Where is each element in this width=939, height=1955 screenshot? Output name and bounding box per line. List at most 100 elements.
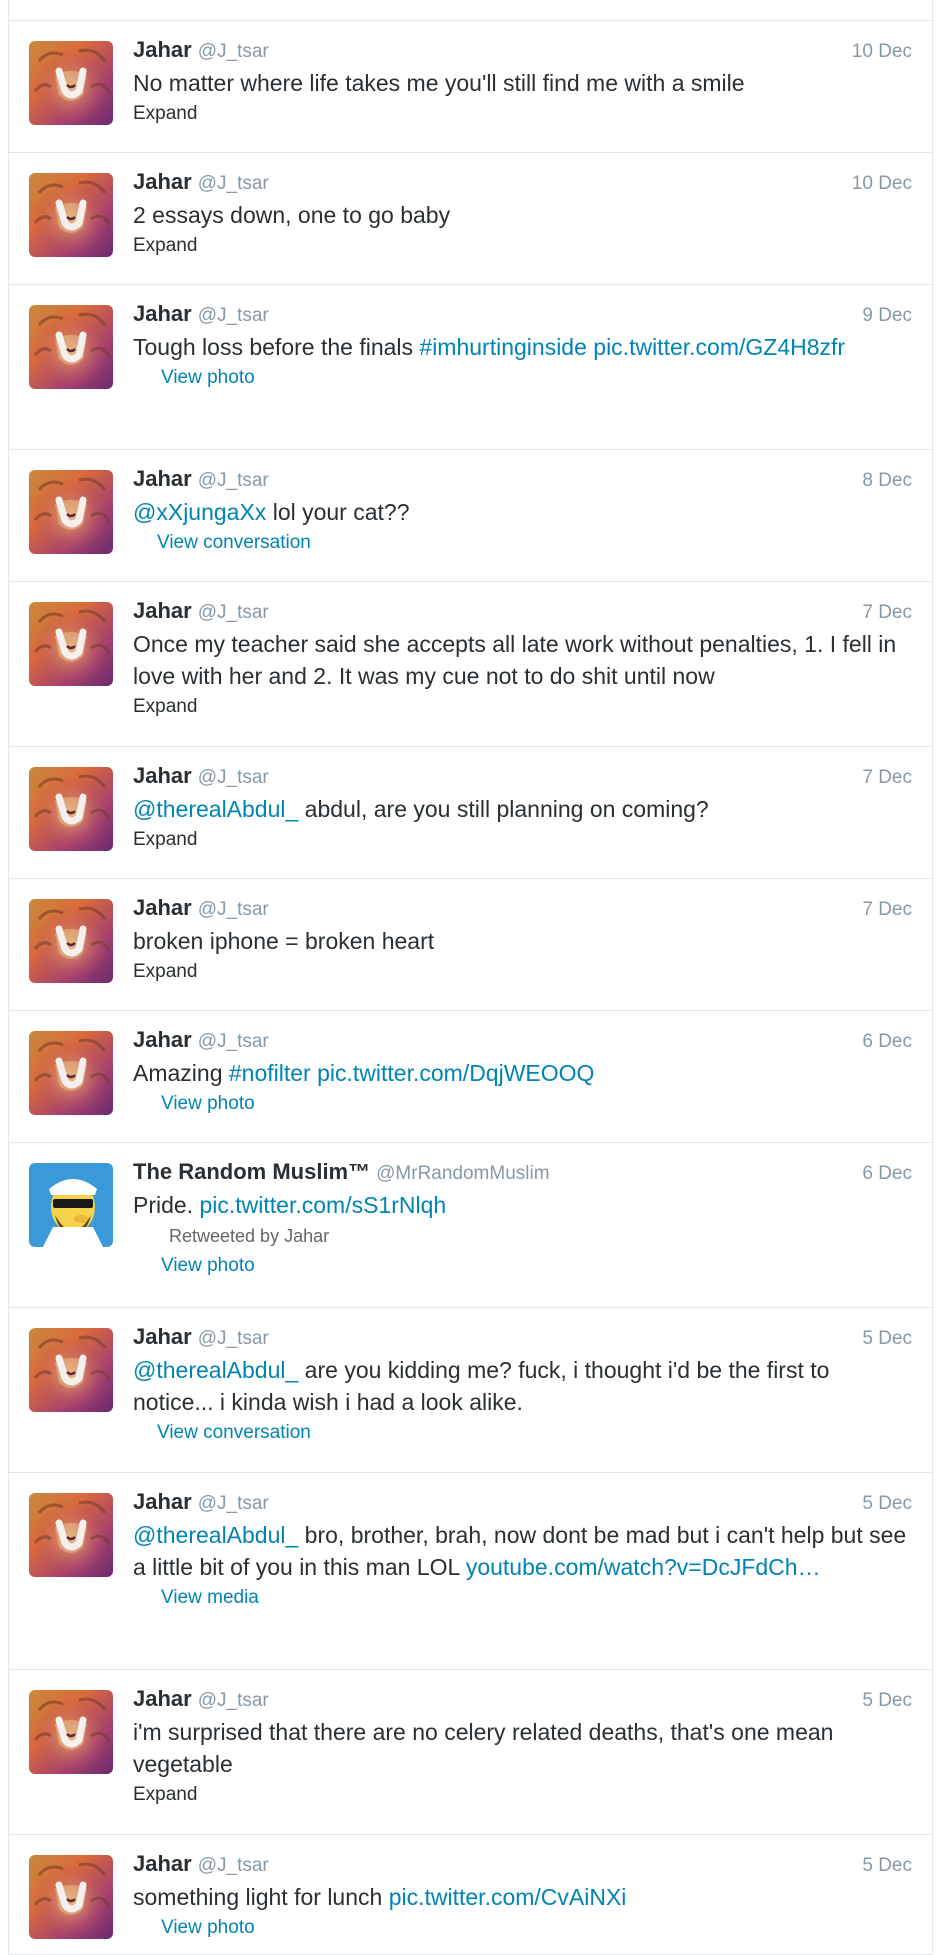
tweet-timestamp[interactable]: 8 Dec [862, 470, 912, 492]
author-name[interactable]: Jahar [133, 763, 192, 789]
tweet-text: No matter where life takes me you'll sti… [133, 67, 912, 99]
author-handle[interactable]: @J_tsar [198, 41, 269, 63]
author-name[interactable]: Jahar [133, 1851, 192, 1877]
tweet-timestamp[interactable]: 9 Dec [862, 305, 912, 327]
author-name[interactable]: Jahar [133, 1686, 192, 1712]
tweet-content: Jahar @J_tsar 5 Dec @therealAbdul_ bro, bro… [133, 1489, 912, 1611]
tweet-text-segment: Amazing [133, 1060, 229, 1086]
author-handle[interactable]: @J_tsar [198, 602, 269, 624]
tweet-timestamp[interactable]: 6 Dec [862, 1163, 912, 1185]
avatar[interactable] [29, 1031, 113, 1115]
tweet-item[interactable]: Jahar @J_tsar 7 Dec broken iphone = broken … [9, 879, 932, 1011]
author-name[interactable]: The Random Muslim™ [133, 1159, 370, 1185]
author-handle[interactable]: @J_tsar [198, 305, 269, 327]
url-link[interactable]: pic.twitter.com/sS1rNlqh [199, 1192, 446, 1218]
avatar[interactable] [29, 1493, 113, 1577]
tweet-item[interactable]: Jahar @J_tsar 6 Dec Amazing #nofilter pic.t… [9, 1011, 932, 1143]
tweet-timestamp[interactable]: 5 Dec [862, 1855, 912, 1877]
tweet-item[interactable]: Jahar @J_tsar 5 Dec @therealAbdul_ are you … [9, 1308, 932, 1473]
tweet-item[interactable]: Jahar @J_tsar 5 Dec @therealAbdul_ bro, bro… [9, 1473, 932, 1670]
tweet-text-segment: No matter where life takes me you'll sti… [133, 70, 745, 96]
url-link[interactable]: pic.twitter.com/GZ4H8zfr [593, 334, 845, 360]
tweet-header: Jahar @J_tsar 8 Dec [133, 466, 912, 494]
view-conversation-link[interactable]: View conversation [133, 530, 912, 556]
view-photo-link[interactable]: View photo [133, 1915, 912, 1941]
expand-link[interactable]: Expand [133, 959, 912, 985]
tweet-item[interactable]: Jahar @J_tsar 8 Dec @xXjungaXx lol your cat… [9, 450, 932, 582]
tweet-item[interactable]: Jahar @J_tsar 7 Dec @therealAbdul_ abdul, a… [9, 747, 932, 879]
stream-top-divider [9, 0, 932, 21]
author-handle[interactable]: @J_tsar [198, 899, 269, 921]
author-name[interactable]: Jahar [133, 1027, 192, 1053]
avatar[interactable] [29, 1855, 113, 1939]
author-handle[interactable]: @MrRandomMuslim [376, 1163, 549, 1185]
author-handle[interactable]: @J_tsar [198, 1855, 269, 1877]
hashtag-link[interactable]: #imhurtinginside [419, 334, 586, 360]
author-name[interactable]: Jahar [133, 1489, 192, 1515]
mention-link[interactable]: @therealAbdul_ [133, 1522, 298, 1548]
avatar[interactable] [29, 1163, 113, 1247]
mention-link[interactable]: @therealAbdul_ [133, 796, 298, 822]
author-name[interactable]: Jahar [133, 895, 192, 921]
avatar[interactable] [29, 1328, 113, 1412]
tweet-text: Once my teacher said she accepts all lat… [133, 628, 912, 692]
view-photo-link[interactable]: View photo [133, 365, 912, 391]
author-handle[interactable]: @J_tsar [198, 470, 269, 492]
author-name[interactable]: Jahar [133, 1324, 192, 1350]
avatar[interactable] [29, 305, 113, 389]
tweet-timestamp[interactable]: 5 Dec [862, 1328, 912, 1350]
tweet-text: Pride. pic.twitter.com/sS1rNlqh [133, 1189, 912, 1221]
author-name[interactable]: Jahar [133, 598, 192, 624]
url-link[interactable]: youtube.com/watch?v=DcJFdCh… [466, 1554, 821, 1580]
tweet-item[interactable]: Jahar @J_tsar 10 Dec No matter where life t… [9, 21, 932, 153]
tweet-timestamp[interactable]: 7 Dec [862, 767, 912, 789]
tweet-timestamp[interactable]: 5 Dec [862, 1690, 912, 1712]
author-name[interactable]: Jahar [133, 466, 192, 492]
avatar[interactable] [29, 173, 113, 257]
expand-link[interactable]: Expand [133, 233, 912, 259]
avatar[interactable] [29, 41, 113, 125]
expand-link[interactable]: Expand [133, 827, 912, 853]
hashtag-link[interactable]: #nofilter [229, 1060, 311, 1086]
author-handle[interactable]: @J_tsar [198, 767, 269, 789]
tweet-item[interactable]: Jahar @J_tsar 7 Dec Once my teacher said sh… [9, 582, 932, 747]
author-handle[interactable]: @J_tsar [198, 1328, 269, 1350]
view-photo-link[interactable]: View photo [133, 1091, 912, 1117]
tweet-item[interactable]: The Random Muslim™ @MrRandomMuslim 6 Dec Pr… [9, 1143, 932, 1308]
author-name[interactable]: Jahar [133, 169, 192, 195]
author-handle[interactable]: @J_tsar [198, 173, 269, 195]
tweet-text-segment: Pride. [133, 1192, 200, 1218]
mention-link[interactable]: @therealAbdul_ [133, 1357, 298, 1383]
tweet-timestamp[interactable]: 7 Dec [862, 899, 912, 921]
avatar[interactable] [29, 470, 113, 554]
avatar[interactable] [29, 602, 113, 686]
mention-link[interactable]: @xXjungaXx [133, 499, 266, 525]
view-conversation-link[interactable]: View conversation [133, 1420, 912, 1446]
avatar[interactable] [29, 899, 113, 983]
author-handle[interactable]: @J_tsar [198, 1031, 269, 1053]
view-photo-link[interactable]: View photo [133, 1253, 912, 1279]
tweet-timestamp[interactable]: 7 Dec [862, 602, 912, 624]
tweet-timestamp[interactable]: 5 Dec [862, 1493, 912, 1515]
tweet-timestamp[interactable]: 10 Dec [852, 173, 912, 195]
avatar[interactable] [29, 1690, 113, 1774]
expand-link[interactable]: Expand [133, 694, 912, 720]
url-link[interactable]: pic.twitter.com/DqjWEOOQ [317, 1060, 594, 1086]
tweet-item[interactable]: Jahar @J_tsar 10 Dec 2 essays down, one to … [9, 153, 932, 285]
tweet-item[interactable]: Jahar @J_tsar 9 Dec Tough loss before the f… [9, 285, 932, 450]
author-name[interactable]: Jahar [133, 301, 192, 327]
url-link[interactable]: pic.twitter.com/CvAiNXi [389, 1884, 627, 1910]
view-media-link[interactable]: View media [133, 1585, 912, 1611]
avatar[interactable] [29, 767, 113, 851]
tweet-text: Amazing #nofilter pic.twitter.com/DqjWEO… [133, 1057, 912, 1089]
author-name[interactable]: Jahar [133, 37, 192, 63]
author-handle[interactable]: @J_tsar [198, 1690, 269, 1712]
tweet-text-segment: 2 essays down, one to go baby [133, 202, 451, 228]
tweet-item[interactable]: Jahar @J_tsar 5 Dec i'm surprised that ther… [9, 1670, 932, 1835]
expand-link[interactable]: Expand [133, 1782, 912, 1808]
tweet-timestamp[interactable]: 6 Dec [862, 1031, 912, 1053]
expand-link[interactable]: Expand [133, 101, 912, 127]
author-handle[interactable]: @J_tsar [198, 1493, 269, 1515]
tweet-timestamp[interactable]: 10 Dec [852, 41, 912, 63]
tweet-item[interactable]: Jahar @J_tsar 5 Dec something light for lun… [9, 1835, 932, 1955]
